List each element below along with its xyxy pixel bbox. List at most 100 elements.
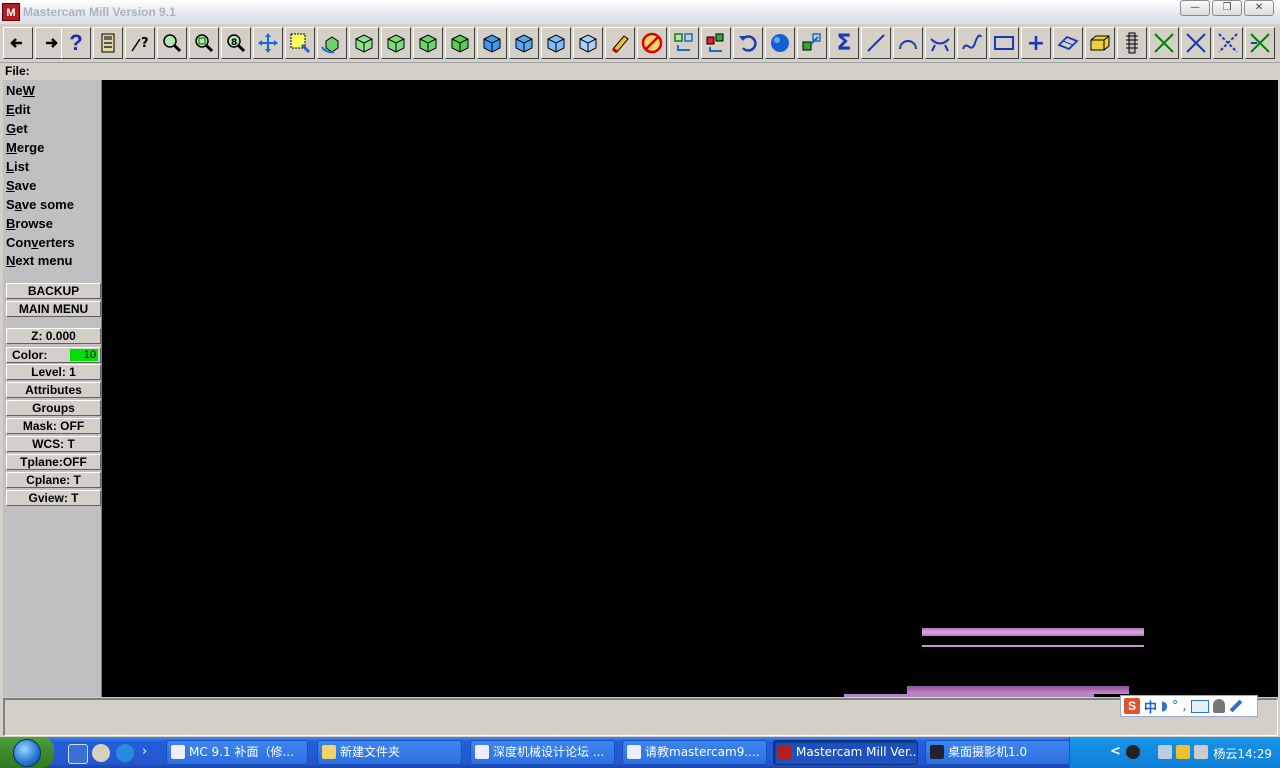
menu-item-get[interactable]: Get bbox=[6, 121, 28, 136]
transform-1-icon[interactable] bbox=[669, 27, 699, 59]
keyboard-icon[interactable] bbox=[1190, 699, 1209, 713]
doc-icon bbox=[475, 745, 489, 759]
task-item[interactable]: MC 9.1 补面（修... bbox=[166, 740, 308, 765]
ie-icon[interactable] bbox=[116, 744, 134, 762]
iso-view-icon[interactable] bbox=[445, 27, 475, 59]
help-icon[interactable]: ? bbox=[61, 27, 91, 59]
task-item[interactable]: 桌面摄影机1.0 bbox=[925, 740, 1070, 765]
color-swatch: 10 bbox=[70, 349, 98, 361]
sogou-icon[interactable]: S bbox=[1124, 698, 1140, 714]
quicklaunch-1-icon[interactable] bbox=[68, 744, 88, 764]
title-bar[interactable]: M Mastercam Mill Version 9.1 — ❐ ✕ bbox=[0, 0, 1280, 24]
chamfer-1-icon[interactable] bbox=[1149, 27, 1179, 59]
task-item[interactable]: 请教mastercam9.... bbox=[622, 740, 767, 765]
ime-language[interactable]: 中 bbox=[1144, 697, 1157, 716]
clock[interactable]: 杨云14:29 bbox=[1213, 745, 1272, 762]
dot-icon[interactable]: ° bbox=[1172, 699, 1179, 714]
cube-blue-1-icon[interactable] bbox=[477, 27, 507, 59]
zoom-window-icon[interactable] bbox=[157, 27, 187, 59]
svg-text:8: 8 bbox=[231, 38, 237, 48]
rotate-view-icon[interactable] bbox=[317, 27, 347, 59]
top-view-icon[interactable] bbox=[349, 27, 379, 59]
menu-item-browse[interactable]: Browse bbox=[6, 216, 53, 231]
cplane-button[interactable]: Cplane: T bbox=[6, 472, 101, 488]
sum-icon[interactable]: Σ bbox=[829, 27, 859, 59]
solid-icon[interactable] bbox=[1085, 27, 1115, 59]
graphics-area[interactable] bbox=[102, 80, 1278, 697]
toolpath-icon[interactable] bbox=[1117, 27, 1147, 59]
moon-icon[interactable]: ◗ bbox=[1161, 699, 1168, 714]
menu-item-next-menu[interactable]: Next menu bbox=[6, 253, 72, 268]
cube-blue-2-icon[interactable] bbox=[509, 27, 539, 59]
select-window-icon[interactable] bbox=[285, 27, 315, 59]
attributes-button[interactable]: Attributes bbox=[6, 382, 101, 398]
word-doc-icon bbox=[171, 745, 185, 759]
groups-button[interactable]: Groups bbox=[6, 400, 101, 416]
doc-icon bbox=[627, 745, 641, 759]
task-item[interactable]: 新建文件夹 bbox=[317, 740, 462, 765]
main-menu-button[interactable]: MAIN MENU bbox=[6, 301, 101, 317]
network-icon[interactable] bbox=[1158, 745, 1172, 759]
chamfer-4-icon[interactable] bbox=[1245, 27, 1275, 59]
calculator-icon[interactable] bbox=[93, 27, 123, 59]
speaker-icon[interactable] bbox=[1194, 745, 1208, 759]
qq-icon[interactable] bbox=[1126, 745, 1140, 759]
transform-2-icon[interactable] bbox=[701, 27, 731, 59]
front-view-icon[interactable] bbox=[381, 27, 411, 59]
close-button[interactable]: ✕ bbox=[1244, 0, 1274, 16]
menu-item-save[interactable]: Save bbox=[6, 178, 36, 193]
task-item-active[interactable]: Mastercam Mill Ver... bbox=[773, 740, 918, 765]
windows-logo-icon bbox=[13, 738, 41, 767]
side-view-icon[interactable] bbox=[413, 27, 443, 59]
quicklaunch-2-icon[interactable] bbox=[92, 744, 110, 762]
menu-item-converters[interactable]: Converters bbox=[6, 235, 75, 250]
restore-button[interactable]: ❐ bbox=[1212, 0, 1242, 16]
point-icon[interactable]: + bbox=[1021, 27, 1051, 59]
pan-icon[interactable] bbox=[253, 27, 283, 59]
cube-blue-4-icon[interactable] bbox=[573, 27, 603, 59]
task-item[interactable]: 深度机械设计论坛 ... bbox=[470, 740, 615, 765]
no-delete-icon[interactable] bbox=[637, 27, 667, 59]
rectangle-icon[interactable] bbox=[989, 27, 1019, 59]
start-button[interactable] bbox=[0, 737, 54, 768]
warning-icon[interactable] bbox=[1176, 745, 1190, 759]
chamfer-3-icon[interactable] bbox=[1213, 27, 1243, 59]
query-arrow-icon[interactable]: ? bbox=[125, 27, 155, 59]
backup-button[interactable]: BACKUP bbox=[6, 283, 101, 299]
user-icon[interactable] bbox=[1212, 699, 1225, 713]
zoom-8-icon[interactable]: 8 bbox=[221, 27, 251, 59]
arc-icon[interactable] bbox=[893, 27, 923, 59]
ime-toolbar[interactable]: S 中 ◗ ° , bbox=[1120, 695, 1258, 717]
spline-icon[interactable] bbox=[957, 27, 987, 59]
minimize-button[interactable]: — bbox=[1180, 0, 1210, 16]
menu-item-edit[interactable]: Edit bbox=[6, 102, 31, 117]
wcs-button[interactable]: WCS: T bbox=[6, 436, 101, 452]
mask-button[interactable]: Mask: OFF bbox=[6, 418, 101, 434]
eraser-icon[interactable] bbox=[605, 27, 635, 59]
color-button[interactable]: Color: 10 bbox=[6, 347, 101, 363]
cube-blue-3-icon[interactable] bbox=[541, 27, 571, 59]
svg-text:?: ? bbox=[141, 36, 149, 51]
menu-item-merge[interactable]: Merge bbox=[6, 140, 44, 155]
zoom-fit-icon[interactable] bbox=[189, 27, 219, 59]
menu-item-list[interactable]: List bbox=[6, 159, 29, 174]
level-button[interactable]: Level: 1 bbox=[6, 364, 101, 380]
transform-3-icon[interactable] bbox=[797, 27, 827, 59]
app-icon[interactable]: M bbox=[2, 3, 20, 21]
line-icon[interactable] bbox=[861, 27, 891, 59]
tray-chevron-icon[interactable]: < bbox=[1110, 744, 1121, 759]
wrench-icon[interactable] bbox=[1229, 699, 1242, 713]
gview-button[interactable]: Gview: T bbox=[6, 490, 101, 506]
menu-item-new[interactable]: NeW bbox=[6, 83, 35, 98]
arrow-left-icon[interactable] bbox=[3, 27, 33, 59]
quicklaunch-chevron-icon[interactable]: › bbox=[142, 744, 152, 762]
comma-icon[interactable]: , bbox=[1182, 699, 1186, 714]
undo-icon[interactable] bbox=[733, 27, 763, 59]
surface-icon[interactable] bbox=[1053, 27, 1083, 59]
menu-item-save-some[interactable]: Save some bbox=[6, 197, 74, 212]
z-depth-button[interactable]: Z: 0.000 bbox=[6, 328, 101, 344]
chamfer-2-icon[interactable] bbox=[1181, 27, 1211, 59]
tplane-button[interactable]: Tplane:OFF bbox=[6, 454, 101, 470]
shade-sphere-icon[interactable] bbox=[765, 27, 795, 59]
fillet-icon[interactable] bbox=[925, 27, 955, 59]
